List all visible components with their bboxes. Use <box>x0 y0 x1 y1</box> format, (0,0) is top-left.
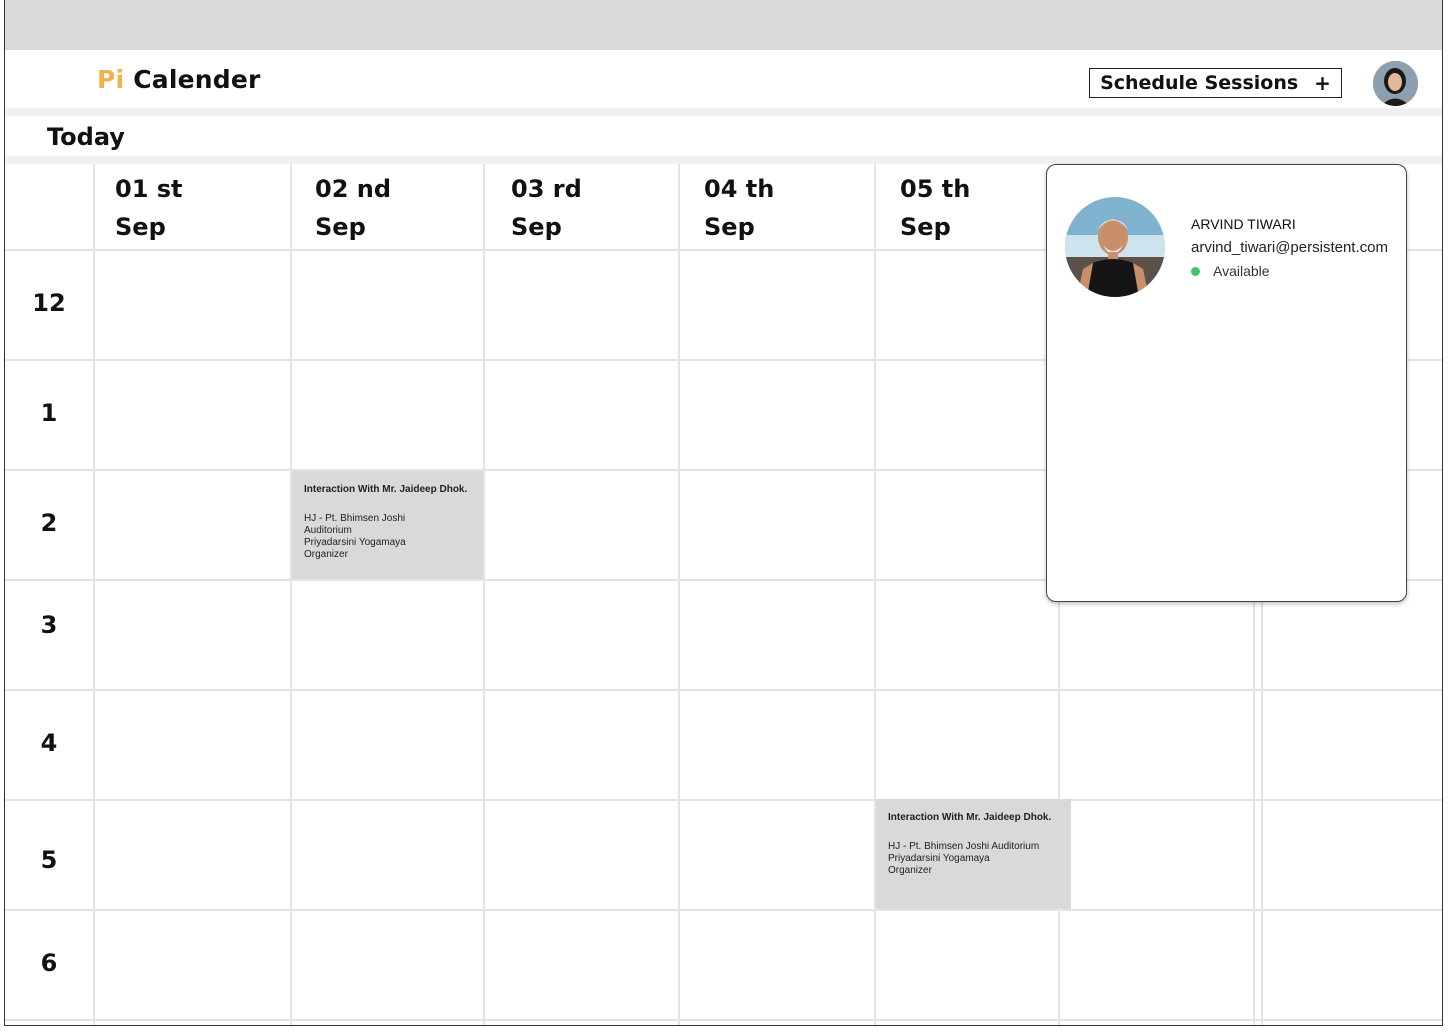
event-detail: Priyadarsini Yogamaya <box>888 853 990 864</box>
hour-label: 2 <box>40 509 58 537</box>
hour-label: 4 <box>40 729 58 757</box>
day-month: Sep <box>511 213 562 241</box>
grid-line <box>290 164 292 1025</box>
grid-line <box>678 164 680 1025</box>
profile-name: ARVIND TIWARI <box>1191 216 1296 232</box>
divider <box>5 156 1442 164</box>
day-month: Sep <box>704 213 755 241</box>
profile-popup[interactable]: ARVIND TIWARI arvind_tiwari@persistent.c… <box>1046 164 1407 602</box>
event-detail: Priyadarsini Yogamaya <box>304 537 406 548</box>
event-detail: Organizer <box>888 865 932 876</box>
browser-top-bar <box>5 0 1442 50</box>
profile-status: Available <box>1191 263 1270 279</box>
today-bar: Today <box>5 116 1442 156</box>
grid-line <box>5 799 1442 801</box>
hour-label: 1 <box>40 399 58 427</box>
event-detail: Auditorium <box>304 525 352 536</box>
event-card[interactable]: Interaction With Mr. Jaideep Dhok. HJ - … <box>292 471 483 579</box>
event-title: Interaction With Mr. Jaideep Dhok. <box>888 812 1052 823</box>
day-header[interactable]: 02 nd Sep <box>315 170 391 246</box>
divider <box>5 108 1442 116</box>
logo-prefix: Pi <box>97 65 125 94</box>
schedule-sessions-label: Schedule Sessions <box>1100 72 1299 94</box>
hour-label: 12 <box>32 289 66 317</box>
day-header[interactable]: 03 rd Sep <box>511 170 582 246</box>
profile-avatar-icon <box>1065 197 1165 297</box>
user-avatar-icon <box>1373 61 1418 106</box>
status-dot-icon <box>1191 266 1200 276</box>
app-frame: Pi Calender Schedule Sessions + Today 01… <box>4 0 1443 1026</box>
today-button[interactable]: Today <box>47 123 125 151</box>
day-number: 03 rd <box>511 175 582 203</box>
hour-label: 5 <box>40 846 58 874</box>
grid-line <box>483 164 485 1025</box>
status-label: Available <box>1213 263 1270 279</box>
app-logo[interactable]: Pi Calender <box>97 65 261 94</box>
grid-line <box>93 164 95 1025</box>
event-detail: HJ - Pt. Bhimsen Joshi <box>304 513 406 524</box>
event-detail: Organizer <box>304 549 348 560</box>
user-avatar[interactable] <box>1373 61 1418 106</box>
hour-label: 3 <box>40 611 58 639</box>
day-header[interactable]: 05 th Sep <box>900 170 970 246</box>
day-month: Sep <box>900 213 951 241</box>
event-detail: HJ - Pt. Bhimsen Joshi Auditorium <box>888 841 1040 852</box>
schedule-sessions-button[interactable]: Schedule Sessions + <box>1089 68 1342 98</box>
event-title: Interaction With Mr. Jaideep Dhok. <box>304 484 468 495</box>
day-month: Sep <box>115 213 166 241</box>
event-card[interactable]: Interaction With Mr. Jaideep Dhok. HJ - … <box>876 799 1071 909</box>
day-number: 04 th <box>704 175 775 203</box>
grid-line <box>5 1019 1442 1021</box>
day-number: 02 nd <box>315 175 392 203</box>
day-header[interactable]: 01 st Sep <box>115 170 183 246</box>
day-month: Sep <box>315 213 366 241</box>
hour-label: 6 <box>40 949 58 977</box>
plus-icon: + <box>1314 71 1331 95</box>
profile-avatar <box>1065 197 1165 297</box>
profile-email[interactable]: arvind_tiwari@persistent.com <box>1191 239 1388 256</box>
grid-line <box>5 909 1442 911</box>
logo-name: Calender <box>133 65 261 94</box>
day-number: 05 th <box>900 175 971 203</box>
app-header: Pi Calender Schedule Sessions + <box>5 50 1442 108</box>
grid-line <box>5 689 1442 691</box>
day-number: 01 st <box>115 175 183 203</box>
day-header[interactable]: 04 th Sep <box>704 170 774 246</box>
